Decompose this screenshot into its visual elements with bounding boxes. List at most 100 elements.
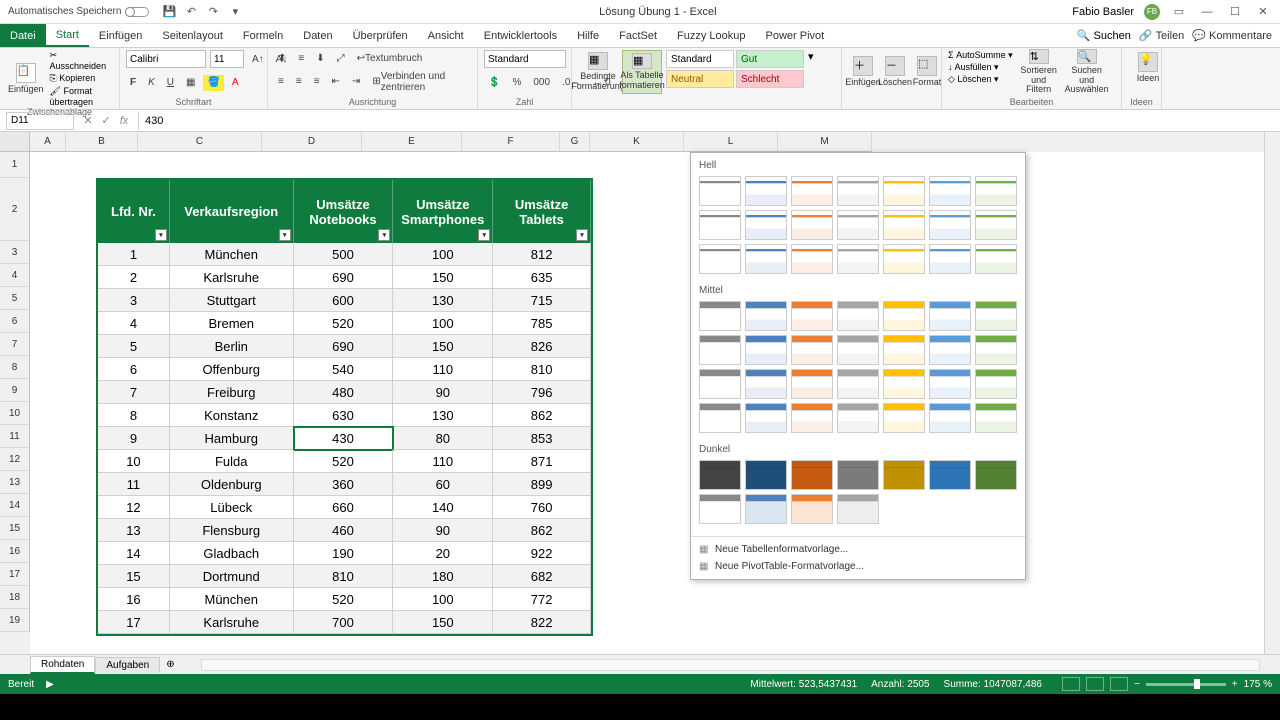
- table-style-swatch[interactable]: [791, 369, 833, 399]
- table-cell[interactable]: 90: [393, 381, 493, 404]
- undo-icon[interactable]: ↶: [183, 4, 199, 20]
- row-header-17[interactable]: 17: [0, 563, 30, 586]
- tab-start[interactable]: Start: [46, 24, 89, 47]
- clear-button[interactable]: ◇ Löschen ▾: [948, 74, 1013, 85]
- table-cell[interactable]: Lübeck: [170, 496, 294, 519]
- filter-icon-1[interactable]: ▾: [279, 229, 291, 241]
- vertical-scrollbar[interactable]: [1264, 132, 1280, 654]
- table-style-swatch[interactable]: [791, 244, 833, 274]
- table-cell[interactable]: 810: [493, 358, 591, 381]
- new-table-style[interactable]: Neue Tabellenformatvorlage...: [699, 541, 1017, 558]
- table-style-swatch[interactable]: [837, 403, 879, 433]
- align-center[interactable]: ≡: [292, 74, 306, 90]
- filter-icon-2[interactable]: ▾: [378, 229, 390, 241]
- table-cell[interactable]: 150: [393, 266, 493, 289]
- table-style-swatch[interactable]: [929, 210, 971, 240]
- enter-icon[interactable]: ✓: [98, 113, 114, 129]
- indent-inc[interactable]: ⇥: [348, 74, 364, 90]
- table-cell[interactable]: 715: [493, 289, 591, 312]
- table-cell[interactable]: 2: [98, 266, 170, 289]
- col-header-B[interactable]: B: [66, 132, 138, 152]
- view-page-layout[interactable]: [1086, 677, 1104, 691]
- col-header-A[interactable]: A: [30, 132, 66, 152]
- row-header-16[interactable]: 16: [0, 540, 30, 563]
- autosum-button[interactable]: Σ AutoSumme ▾: [948, 50, 1013, 61]
- table-cell[interactable]: 110: [393, 358, 493, 381]
- table-style-swatch[interactable]: [791, 403, 833, 433]
- table-cell[interactable]: 5: [98, 335, 170, 358]
- auto-save-toggle[interactable]: Automatisches Speichern: [8, 6, 149, 17]
- table-cell[interactable]: 7: [98, 381, 170, 404]
- table-cell[interactable]: 480: [294, 381, 394, 404]
- table-style-swatch[interactable]: [791, 335, 833, 365]
- cut-button[interactable]: ✂ Ausschneiden: [50, 50, 113, 71]
- tab-seitenlayout[interactable]: Seitenlayout: [152, 24, 233, 47]
- view-page-break[interactable]: [1110, 677, 1128, 691]
- align-left[interactable]: ≡: [274, 74, 288, 90]
- row-header-15[interactable]: 15: [0, 517, 30, 540]
- table-cell[interactable]: 540: [294, 358, 394, 381]
- table-style-swatch[interactable]: [883, 369, 925, 399]
- format-painter-button[interactable]: 🖌 Format übertragen: [50, 86, 113, 107]
- table-style-swatch[interactable]: [745, 176, 787, 206]
- copy-button[interactable]: ⎘ Kopieren: [50, 73, 113, 84]
- format-cells-button[interactable]: ⬚Format: [912, 50, 942, 94]
- cancel-icon[interactable]: ✕: [80, 113, 96, 129]
- sheet-tab-rohdaten[interactable]: Rohdaten: [30, 656, 95, 674]
- table-cell[interactable]: 690: [294, 335, 394, 358]
- table-style-swatch[interactable]: [975, 460, 1017, 490]
- table-cell[interactable]: München: [170, 588, 294, 611]
- table-cell[interactable]: 10: [98, 450, 170, 473]
- table-style-swatch[interactable]: [791, 210, 833, 240]
- row-header-4[interactable]: 4: [0, 264, 30, 287]
- table-style-swatch[interactable]: [699, 210, 741, 240]
- currency-button[interactable]: 💲: [484, 75, 504, 91]
- col-header-L[interactable]: L: [684, 132, 778, 152]
- tab-ansicht[interactable]: Ansicht: [418, 24, 474, 47]
- table-style-swatch[interactable]: [745, 369, 787, 399]
- table-cell[interactable]: 100: [393, 243, 493, 266]
- zoom-level[interactable]: 175 %: [1244, 679, 1272, 690]
- table-style-swatch[interactable]: [975, 335, 1017, 365]
- tab-entwicklertools[interactable]: Entwicklertools: [474, 24, 567, 47]
- tab-factset[interactable]: FactSet: [609, 24, 667, 47]
- table-style-swatch[interactable]: [929, 460, 971, 490]
- table-style-swatch[interactable]: [975, 301, 1017, 331]
- style-schlecht[interactable]: Schlecht: [736, 70, 804, 88]
- underline-button[interactable]: U: [163, 75, 178, 91]
- table-cell[interactable]: 150: [393, 611, 493, 634]
- table-style-swatch[interactable]: [883, 244, 925, 274]
- table-cell[interactable]: 600: [294, 289, 394, 312]
- row-header-3[interactable]: 3: [0, 241, 30, 264]
- table-style-swatch[interactable]: [791, 494, 833, 524]
- row-header-9[interactable]: 9: [0, 379, 30, 402]
- table-cell[interactable]: 899: [493, 473, 591, 496]
- table-cell[interactable]: 190: [294, 542, 394, 565]
- zoom-out[interactable]: −: [1134, 679, 1140, 690]
- save-icon[interactable]: 💾: [161, 4, 177, 20]
- table-style-swatch[interactable]: [929, 244, 971, 274]
- table-style-swatch[interactable]: [929, 403, 971, 433]
- col-header-D[interactable]: D: [262, 132, 362, 152]
- table-cell[interactable]: 130: [393, 404, 493, 427]
- insert-cells-button[interactable]: ＋Einfügen: [848, 50, 878, 94]
- sort-filter-button[interactable]: ⇅Sortieren und Filtern: [1017, 50, 1061, 94]
- sheet-tab-aufgaben[interactable]: Aufgaben: [95, 657, 160, 673]
- zoom-slider[interactable]: [1146, 683, 1226, 686]
- font-name-select[interactable]: [126, 50, 206, 68]
- table-cell[interactable]: 150: [393, 335, 493, 358]
- name-box[interactable]: D11: [6, 112, 74, 130]
- table-style-swatch[interactable]: [837, 301, 879, 331]
- table-style-swatch[interactable]: [837, 210, 879, 240]
- table-cell[interactable]: 11: [98, 473, 170, 496]
- table-cell[interactable]: 110: [393, 450, 493, 473]
- style-neutral[interactable]: Neutral: [666, 70, 734, 88]
- table-cell[interactable]: 862: [493, 519, 591, 542]
- table-cell[interactable]: Karlsruhe: [170, 266, 294, 289]
- table-cell[interactable]: 8: [98, 404, 170, 427]
- table-cell[interactable]: 760: [493, 496, 591, 519]
- search-button[interactable]: 🔍 Suchen: [1077, 29, 1131, 42]
- col-header-E[interactable]: E: [362, 132, 462, 152]
- font-color-button[interactable]: A: [228, 75, 243, 91]
- table-cell[interactable]: 3: [98, 289, 170, 312]
